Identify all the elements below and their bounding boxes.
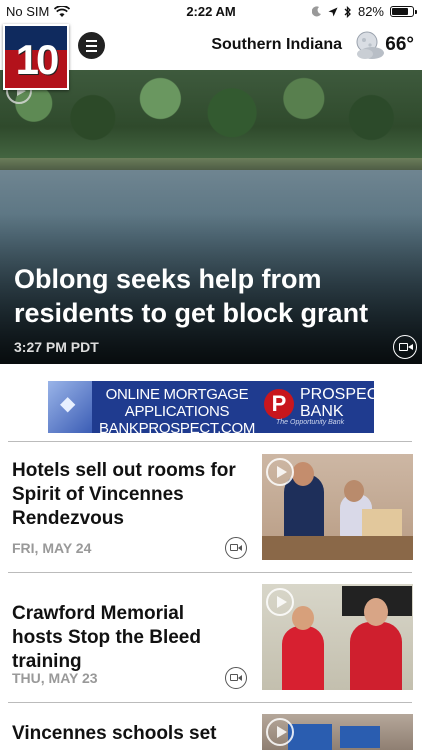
play-icon[interactable]	[266, 458, 294, 486]
list-item[interactable]: Vincennes schools set to	[0, 703, 422, 750]
battery-icon	[390, 6, 417, 17]
status-bar: No SIM 2:22 AM 82%	[0, 0, 422, 22]
temperature[interactable]: 66°	[385, 34, 414, 56]
location-arrow-icon	[328, 7, 338, 16]
ad-line-2: BANKPROSPECT.COM	[98, 420, 256, 433]
thumb-figure	[344, 480, 364, 502]
video-icon-lens	[238, 675, 242, 681]
list-item[interactable]: Crawford Memorial hosts Stop the Bleed t…	[0, 573, 422, 703]
thumb-figure	[350, 622, 402, 690]
ad-tagline: The Opportunity Bank	[276, 419, 345, 426]
ad-brand-name-2: BANK	[300, 403, 344, 420]
status-right: 82%	[311, 4, 417, 19]
moon-icon	[311, 6, 321, 17]
story-date: THU, MAY 23	[12, 670, 98, 686]
thumb-table	[262, 536, 413, 560]
station-logo[interactable]: 10	[3, 24, 69, 90]
hero-timestamp: 3:27 PM PDT	[14, 339, 99, 355]
hero-headline[interactable]: Oblong seeks help from residents to get …	[14, 262, 408, 330]
play-icon[interactable]	[266, 588, 294, 616]
story-date: FRI, MAY 24	[12, 540, 92, 556]
story-thumbnail[interactable]	[262, 584, 413, 690]
menu-button[interactable]	[78, 32, 105, 59]
video-icon[interactable]	[225, 667, 247, 689]
video-icon-body	[230, 544, 238, 551]
story-title[interactable]: Vincennes schools set to	[12, 722, 237, 750]
play-icon[interactable]	[266, 718, 294, 746]
video-icon[interactable]	[393, 335, 417, 359]
thumb-figure	[292, 606, 314, 630]
thumb-object	[288, 724, 332, 750]
list-item[interactable]: Hotels sell out rooms for Spirit of Vinc…	[0, 442, 422, 572]
hero-image-bank	[0, 158, 422, 170]
video-icon-lens	[238, 545, 242, 551]
story-thumbnail[interactable]	[262, 454, 413, 560]
hero-story[interactable]: Oblong seeks help from residents to get …	[0, 70, 422, 364]
video-icon-body	[230, 674, 238, 681]
bluetooth-icon	[344, 5, 351, 18]
story-thumbnail[interactable]	[262, 714, 413, 750]
logo-text: 10	[15, 36, 60, 83]
thumb-figure	[364, 598, 388, 626]
diamond-icon	[48, 381, 92, 433]
menu-icon-bar	[86, 39, 97, 42]
story-title[interactable]: Crawford Memorial hosts Stop the Bleed t…	[12, 602, 237, 674]
battery-percent: 82%	[357, 4, 384, 19]
ad-line-1: ONLINE MORTGAGE APPLICATIONS	[105, 386, 249, 420]
menu-icon-bar	[86, 44, 97, 47]
prospect-bank-logo: P	[264, 389, 294, 419]
ad-brand-name-1: PROSPECT	[300, 386, 374, 403]
thumb-figure	[292, 462, 314, 486]
ad-text: ONLINE MORTGAGE APPLICATIONS BANKPROSPEC…	[92, 381, 262, 433]
cloudy-night-icon[interactable]	[352, 29, 386, 63]
battery-level	[392, 8, 408, 15]
thumb-figure	[282, 626, 324, 690]
video-icon[interactable]	[225, 537, 247, 559]
ad-brand: P PROSPECT BANK The Opportunity Bank	[262, 381, 374, 433]
ad-banner[interactable]: ONLINE MORTGAGE APPLICATIONS BANKPROSPEC…	[48, 381, 374, 433]
ad-brand-name: PROSPECT BANK	[300, 386, 374, 420]
video-icon-lens	[408, 344, 413, 350]
thumb-object	[340, 726, 380, 748]
video-icon-body	[399, 343, 408, 351]
story-title[interactable]: Hotels sell out rooms for Spirit of Vinc…	[12, 459, 237, 531]
location-label[interactable]: Southern Indiana	[211, 36, 342, 54]
menu-icon-bar	[86, 49, 97, 52]
